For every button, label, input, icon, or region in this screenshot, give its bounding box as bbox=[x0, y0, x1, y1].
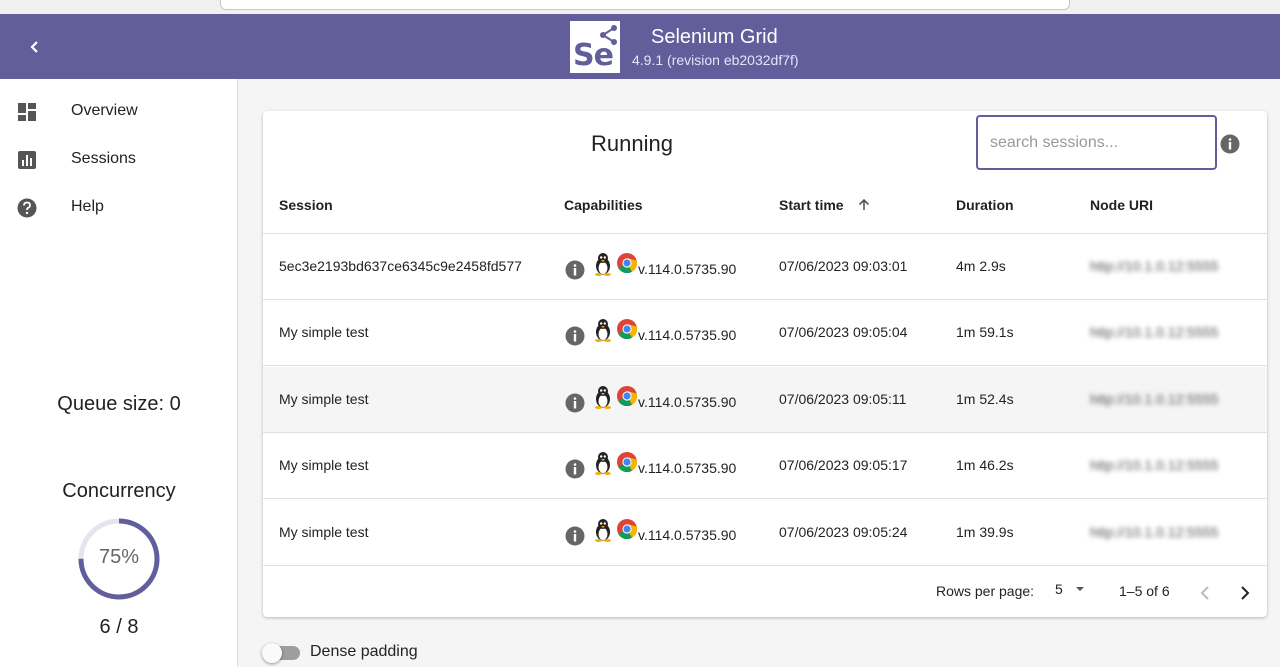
caret-down-icon bbox=[1075, 587, 1084, 591]
app-header: Se Selenium Grid 4.9.1 (revision eb2032d… bbox=[0, 14, 1280, 79]
chrome-icon bbox=[617, 385, 638, 406]
linux-icon bbox=[595, 518, 611, 542]
column-header-duration[interactable]: Duration bbox=[956, 197, 1014, 213]
app-title: Selenium Grid bbox=[651, 26, 778, 48]
sidebar-item-label: Help bbox=[71, 198, 104, 215]
duration: 4m 2.9s bbox=[956, 258, 1006, 274]
search-input[interactable] bbox=[976, 115, 1217, 170]
session-name: My simple test bbox=[279, 390, 369, 407]
info-icon[interactable] bbox=[565, 526, 585, 546]
sidebar-item-help[interactable]: Help bbox=[0, 184, 238, 232]
pagination: Rows per page: 5 1–5 of 6 bbox=[263, 569, 1267, 617]
linux-icon bbox=[595, 253, 611, 276]
chrome-icon bbox=[617, 319, 638, 340]
queue-size: Queue size: 0 bbox=[57, 393, 181, 415]
app-version: 4.9.1 (revision eb2032df7f) bbox=[632, 52, 799, 68]
concurrency-title: Concurrency bbox=[62, 480, 176, 502]
duration: 1m 39.9s bbox=[956, 523, 1014, 540]
chrome-icon bbox=[617, 253, 638, 274]
concurrency-percent: 75% bbox=[98, 546, 140, 568]
browser-version: v.114.0.5735.90 bbox=[638, 393, 737, 410]
table-row[interactable]: My simple test v.114.0.5735.90 07/06/2023 … bbox=[263, 500, 1267, 566]
chevron-left-icon bbox=[30, 41, 38, 53]
concurrency-count: 6 / 8 bbox=[99, 616, 139, 638]
previous-page-icon[interactable] bbox=[1193, 581, 1217, 605]
concurrency-gauge: 75% bbox=[76, 516, 162, 602]
duration: 1m 46.2s bbox=[956, 457, 1014, 474]
dense-padding-label: Dense padding bbox=[310, 643, 418, 660]
linux-icon bbox=[595, 319, 611, 343]
session-name: My simple test bbox=[279, 523, 369, 540]
browser-toolbar bbox=[0, 0, 1280, 14]
linux-icon bbox=[595, 385, 611, 409]
info-icon[interactable] bbox=[565, 260, 585, 280]
browser-version: v.114.0.5735.90 bbox=[638, 327, 737, 344]
duration: 1m 52.4s bbox=[956, 390, 1014, 407]
start-time: 07/06/2023 09:05:11 bbox=[779, 390, 907, 407]
rows-per-page-select[interactable]: 5 bbox=[1055, 581, 1085, 597]
column-header-node-uri[interactable]: Node URI bbox=[1090, 197, 1153, 213]
logo-text: Se bbox=[573, 38, 614, 73]
table-row[interactable]: My simple test v.114.0.5735.90 07/06/2023 … bbox=[263, 433, 1267, 500]
address-bar[interactable] bbox=[220, 0, 1070, 10]
rows-per-page-label: Rows per page: bbox=[936, 583, 1035, 599]
column-header-session[interactable]: Session bbox=[279, 197, 333, 213]
table-row[interactable]: 5ec3e2193bd637ce6345c9e2458fd577 v.114.0.… bbox=[263, 234, 1267, 300]
node-uri: http://10.1.0.12:5555 bbox=[1090, 324, 1219, 341]
bar-chart-icon bbox=[18, 151, 36, 169]
browser-version: v.114.0.5735.90 bbox=[638, 261, 737, 277]
dense-padding-toggle[interactable] bbox=[262, 643, 300, 663]
info-icon[interactable] bbox=[1220, 134, 1240, 154]
column-header-start-time[interactable]: Start time bbox=[779, 197, 844, 213]
sort-ascending-icon[interactable] bbox=[857, 198, 871, 212]
selenium-logo: Se bbox=[570, 21, 620, 73]
table-row[interactable]: My simple test v.114.0.5735.90 07/06/2023 … bbox=[263, 300, 1267, 367]
sidebar-item-label: Overview bbox=[71, 102, 138, 119]
help-icon bbox=[17, 198, 37, 218]
toggle-knob bbox=[262, 643, 282, 663]
column-header-capabilities[interactable]: Capabilities bbox=[564, 197, 643, 213]
page-title: Running bbox=[591, 131, 673, 156]
linux-icon bbox=[595, 452, 611, 476]
browser-version: v.114.0.5735.90 bbox=[638, 526, 737, 543]
start-time: 07/06/2023 09:03:01 bbox=[779, 258, 908, 274]
session-name: 5ec3e2193bd637ce6345c9e2458fd577 bbox=[279, 258, 522, 274]
sidebar-item-overview[interactable]: Overview bbox=[0, 88, 238, 136]
sessions-card: Running Session Capabilities Start time … bbox=[263, 111, 1267, 617]
node-uri: http://10.1.0.12:5555 bbox=[1090, 523, 1219, 540]
next-page-icon[interactable] bbox=[1233, 581, 1257, 605]
start-time: 07/06/2023 09:05:17 bbox=[779, 457, 908, 474]
sidebar-item-sessions[interactable]: Sessions bbox=[0, 136, 238, 184]
dashboard-icon bbox=[18, 103, 36, 121]
table-row[interactable]: My simple test v.114.0.5735.90 07/06/2023 … bbox=[263, 366, 1267, 433]
node-uri: http://10.1.0.12:5555 bbox=[1090, 390, 1219, 407]
info-icon[interactable] bbox=[565, 326, 585, 346]
browser-version: v.114.0.5735.90 bbox=[638, 460, 737, 477]
info-icon[interactable] bbox=[565, 393, 585, 413]
start-time: 07/06/2023 09:05:24 bbox=[779, 523, 908, 540]
chrome-icon bbox=[617, 518, 638, 539]
node-uri: http://10.1.0.12:5555 bbox=[1090, 457, 1219, 474]
sidebar: Overview Sessions Help Queue size: 0 Con… bbox=[0, 79, 238, 667]
session-name: My simple test bbox=[279, 457, 369, 474]
duration: 1m 59.1s bbox=[956, 324, 1014, 341]
rows-per-page-value: 5 bbox=[1055, 581, 1063, 597]
chrome-icon bbox=[617, 452, 638, 473]
info-icon[interactable] bbox=[565, 459, 585, 479]
start-time: 07/06/2023 09:05:04 bbox=[779, 324, 908, 341]
node-uri: http://10.1.0.12:5555 bbox=[1090, 258, 1219, 274]
pagination-range: 1–5 of 6 bbox=[1119, 583, 1170, 599]
back-button[interactable] bbox=[20, 32, 50, 62]
session-name: My simple test bbox=[279, 324, 369, 341]
sidebar-item-label: Sessions bbox=[71, 150, 136, 167]
